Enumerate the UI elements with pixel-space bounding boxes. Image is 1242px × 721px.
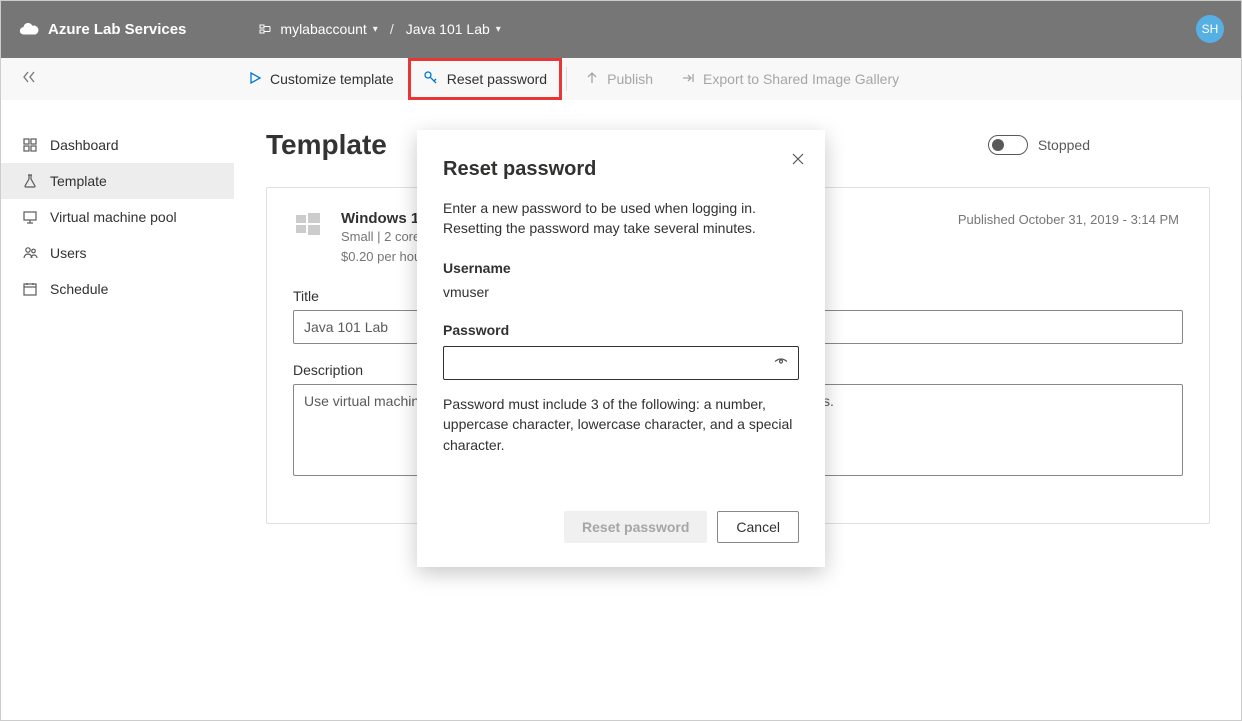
reset-password-button[interactable]: Reset password — [408, 58, 562, 100]
sidebar: Dashboard Template Virtual machine pool … — [0, 101, 234, 721]
cancel-button[interactable]: Cancel — [717, 511, 799, 543]
vm-published: Published October 31, 2019 - 3:14 PM — [958, 212, 1179, 227]
key-icon — [423, 70, 439, 89]
cloud-icon — [18, 18, 40, 40]
windows-icon — [293, 210, 323, 243]
avatar[interactable]: SH — [1196, 15, 1224, 43]
dialog-description: Enter a new password to be used when log… — [443, 199, 799, 238]
dialog-title: Reset password — [443, 158, 799, 181]
product-name: Azure Lab Services — [48, 21, 186, 38]
breadcrumb-separator: / — [390, 21, 394, 37]
breadcrumb-account[interactable]: mylabaccount ▾ — [258, 21, 377, 37]
play-icon — [248, 71, 262, 88]
product-logo[interactable]: Azure Lab Services — [18, 18, 186, 40]
dashboard-icon — [22, 137, 38, 153]
double-chevron-left-icon — [20, 68, 38, 86]
breadcrumb: mylabaccount ▾ / Java 101 Lab ▾ — [258, 21, 500, 37]
publish-button[interactable]: Publish — [571, 58, 667, 100]
vm-status: Stopped — [988, 135, 1090, 155]
password-hint: Password must include 3 of the following… — [443, 394, 799, 455]
header: Azure Lab Services mylabaccount ▾ / Java… — [0, 0, 1242, 58]
breadcrumb-lab[interactable]: Java 101 Lab ▾ — [406, 21, 501, 37]
password-input[interactable] — [443, 346, 799, 380]
upload-icon — [585, 71, 599, 88]
sidebar-item-schedule[interactable]: Schedule — [0, 271, 234, 307]
eye-icon — [773, 354, 789, 370]
vm-status-label: Stopped — [1038, 137, 1090, 153]
sidebar-item-template[interactable]: Template — [0, 163, 234, 199]
resource-icon — [258, 21, 274, 37]
users-icon — [22, 245, 38, 261]
username-label: Username — [443, 260, 799, 276]
reset-password-dialog: Reset password Enter a new password to b… — [417, 130, 825, 567]
vm-power-toggle[interactable] — [988, 135, 1028, 155]
close-icon — [791, 152, 805, 166]
page-title: Template — [266, 129, 387, 161]
toolbar-divider — [566, 67, 567, 91]
collapse-sidebar-button[interactable] — [20, 68, 38, 89]
export-icon — [681, 71, 695, 88]
export-button[interactable]: Export to Shared Image Gallery — [667, 58, 913, 100]
sidebar-item-vmpool[interactable]: Virtual machine pool — [0, 199, 234, 235]
customize-template-button[interactable]: Customize template — [234, 58, 408, 100]
close-button[interactable] — [791, 152, 805, 169]
username-value: vmuser — [443, 284, 799, 300]
flask-icon — [22, 173, 38, 189]
chevron-down-icon: ▾ — [373, 24, 378, 35]
monitor-icon — [22, 209, 38, 225]
sidebar-item-dashboard[interactable]: Dashboard — [0, 127, 234, 163]
password-label: Password — [443, 322, 799, 338]
calendar-icon — [22, 281, 38, 297]
chevron-down-icon: ▾ — [496, 24, 501, 35]
sidebar-item-users[interactable]: Users — [0, 235, 234, 271]
toolbar: Customize template Reset password Publis… — [0, 58, 1242, 101]
submit-button[interactable]: Reset password — [564, 511, 707, 543]
show-password-button[interactable] — [773, 354, 789, 373]
